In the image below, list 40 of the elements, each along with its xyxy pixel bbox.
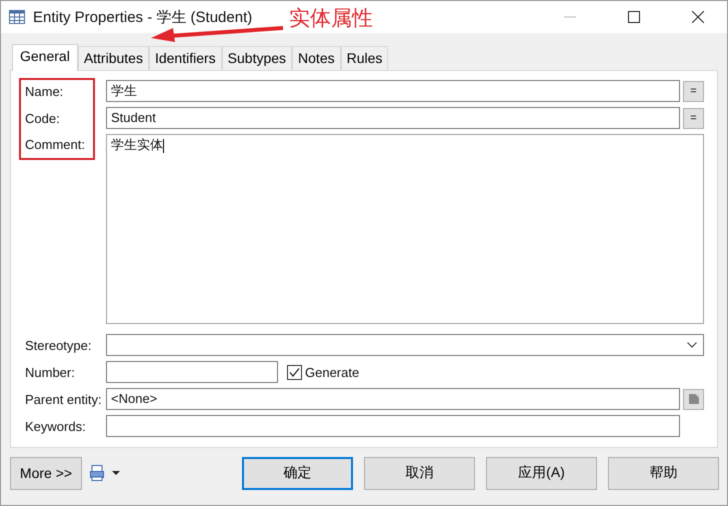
tab[interactable]: Identifiers xyxy=(148,46,222,70)
number-field[interactable] xyxy=(106,361,278,383)
stereotype-dropdown[interactable] xyxy=(106,334,704,356)
caret-icon xyxy=(112,471,120,475)
window-title: Entity Properties - 学生 (Student) xyxy=(33,8,252,26)
dialog-button[interactable]: 帮助 xyxy=(608,456,719,490)
field-label: Name: xyxy=(25,84,64,98)
field-label: Keywords: xyxy=(25,418,87,434)
sync-button[interactable]: = xyxy=(683,80,704,102)
text-field[interactable]: 学生 xyxy=(106,80,680,102)
field-label: Stereotype: xyxy=(25,338,92,352)
properties-icon xyxy=(688,393,700,405)
field-label: Number: xyxy=(25,364,76,380)
tab[interactable]: General xyxy=(12,44,78,71)
dialog-button[interactable]: 取消 xyxy=(364,456,475,490)
tab[interactable]: Attributes xyxy=(78,46,149,70)
input-field[interactable] xyxy=(106,415,680,437)
close-icon[interactable] xyxy=(692,11,704,23)
dialog-button[interactable]: 应用(A) xyxy=(486,456,597,490)
comment-field[interactable]: 学生实体 xyxy=(106,134,704,324)
dialog-button[interactable]: 确定 xyxy=(242,456,353,490)
parent-entity-field[interactable]: <None> xyxy=(106,388,680,410)
field-label: Comment: xyxy=(25,136,86,152)
field-label: Code: xyxy=(25,110,61,126)
maximize-icon[interactable] xyxy=(628,11,640,23)
more-button[interactable]: More >> xyxy=(10,456,82,490)
text-field[interactable]: Student xyxy=(106,107,680,129)
field-label: Parent entity: xyxy=(25,392,103,406)
table-icon xyxy=(9,10,25,24)
tab[interactable]: Subtypes xyxy=(222,46,292,70)
chevron-down-icon xyxy=(687,342,697,348)
tab[interactable]: Notes xyxy=(292,46,341,70)
annotation-label: 实体属性 xyxy=(289,5,373,32)
printer-icon xyxy=(90,465,104,481)
checkbox-label: Generate xyxy=(305,364,360,380)
sync-button[interactable]: = xyxy=(683,108,704,128)
browse-button[interactable] xyxy=(683,388,704,410)
print-dropdown[interactable] xyxy=(90,465,120,481)
tab[interactable]: Rules xyxy=(340,46,388,70)
checkbox[interactable] xyxy=(287,364,302,380)
